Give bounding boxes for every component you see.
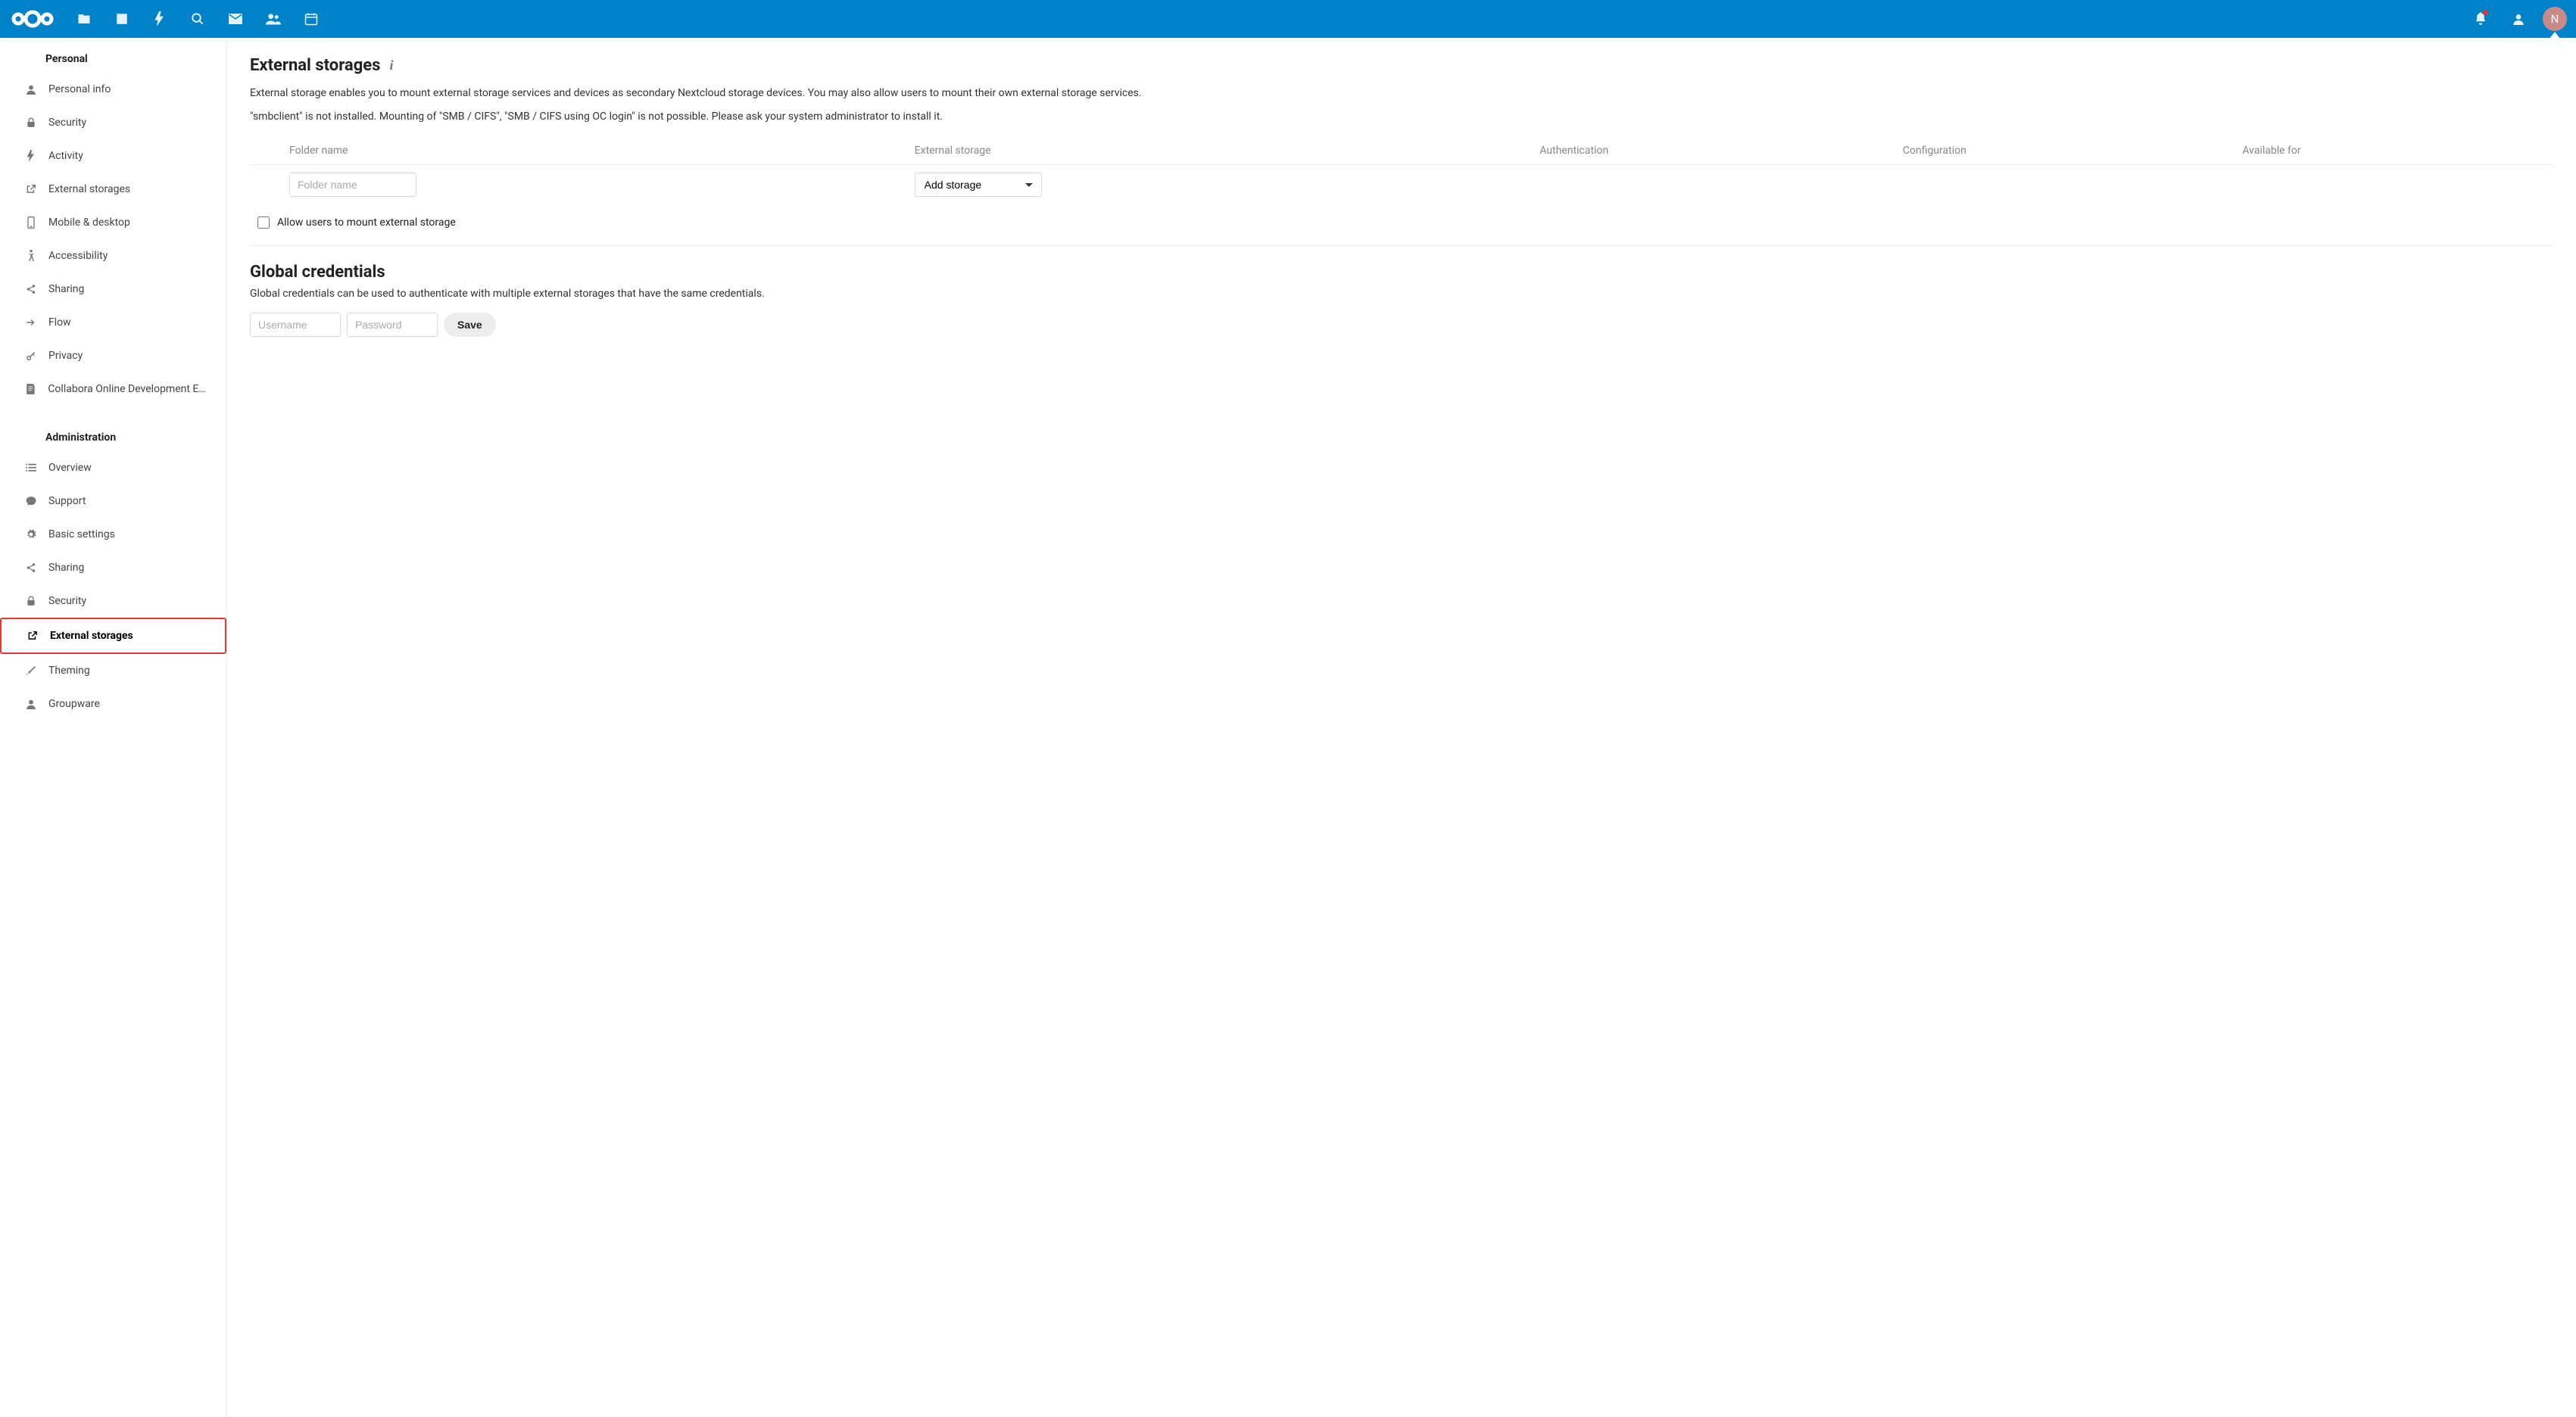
col-auth: Authentication <box>1533 139 1897 165</box>
sidebar-item-mobile-desktop[interactable]: Mobile & desktop <box>0 206 226 239</box>
global-credentials-title: Global credentials <box>250 263 2553 282</box>
sidebar-item-label: Groupware <box>48 698 100 710</box>
col-external: External storage <box>909 139 1534 165</box>
sidebar-item-label: Theming <box>48 665 90 677</box>
sidebar-item-label: Activity <box>48 150 83 162</box>
sidebar-item-sharing[interactable]: Sharing <box>0 272 226 306</box>
sidebar-item-admin-sharing[interactable]: Sharing <box>0 551 226 584</box>
sidebar-item-external-storages[interactable]: External storages <box>0 173 226 206</box>
add-storage-select[interactable]: Add storage <box>915 173 1042 197</box>
sidebar-item-label: Support <box>48 495 86 507</box>
sidebar-item-label: External storages <box>48 183 130 195</box>
global-username-input[interactable] <box>250 313 341 337</box>
sidebar-item-label: Personal info <box>48 83 111 95</box>
col-folder: Folder name <box>283 139 909 165</box>
allow-users-label[interactable]: Allow users to mount external storage <box>277 216 456 229</box>
storage-table: Folder name External storage Authenticat… <box>250 139 2553 204</box>
list-icon <box>24 463 38 472</box>
lock-icon <box>24 596 38 606</box>
sidebar-item-label: Basic settings <box>48 528 115 540</box>
avatar-initial: N <box>2551 12 2559 26</box>
folder-name-input[interactable] <box>289 173 416 197</box>
info-icon[interactable]: i <box>389 58 393 73</box>
user-icon <box>24 84 38 95</box>
key-icon <box>24 350 38 361</box>
sidebar-item-label: Accessibility <box>48 250 108 262</box>
flow-icon <box>24 318 38 327</box>
page-description: External storage enables you to mount ex… <box>250 86 2553 101</box>
warning-text: "smbclient" is not installed. Mounting o… <box>250 109 2553 125</box>
brush-icon <box>24 665 38 676</box>
allow-users-checkbox[interactable] <box>257 216 270 229</box>
sidebar-item-privacy[interactable]: Privacy <box>0 339 226 372</box>
document-icon <box>24 384 37 394</box>
share-icon <box>24 284 38 294</box>
save-button[interactable]: Save <box>444 313 496 337</box>
sidebar-item-collabora[interactable]: Collabora Online Development Edit… <box>0 372 226 406</box>
highlight-box: External storages <box>0 618 226 654</box>
sidebar-item-basic-settings[interactable]: Basic settings <box>0 518 226 551</box>
contacts-menu-icon[interactable] <box>2502 2 2535 36</box>
calendar-app-icon[interactable] <box>292 0 330 38</box>
sidebar-item-label: Security <box>48 595 86 607</box>
sidebar-item-security[interactable]: Security <box>0 106 226 139</box>
comment-icon <box>24 496 38 506</box>
user-icon <box>24 699 38 709</box>
sidebar-item-overview[interactable]: Overview <box>0 451 226 484</box>
sidebar-item-label: Collabora Online Development Edit… <box>48 383 211 395</box>
sidebar-item-label: Flow <box>48 316 71 329</box>
mail-app-icon[interactable] <box>217 0 254 38</box>
gear-icon <box>24 529 38 540</box>
sidebar-item-admin-security[interactable]: Security <box>0 584 226 618</box>
main-content: External storages i External storage ena… <box>227 38 2576 1417</box>
photos-app-icon[interactable] <box>103 0 141 38</box>
sidebar-item-label: Mobile & desktop <box>48 216 130 229</box>
sidebar-item-label: Sharing <box>48 283 84 295</box>
sidebar-item-label: External storages <box>50 630 133 642</box>
external-icon <box>24 184 38 195</box>
sidebar-item-support[interactable]: Support <box>0 484 226 518</box>
sidebar-item-label: Overview <box>48 462 92 474</box>
avatar[interactable]: N <box>2543 7 2567 31</box>
share-icon <box>24 562 38 573</box>
external-icon <box>26 631 39 641</box>
settings-sidebar: Personal Personal info Security Activity… <box>0 38 227 1417</box>
sidebar-item-label: Sharing <box>48 562 84 574</box>
app-header: N <box>0 0 2576 38</box>
contacts-app-icon[interactable] <box>254 0 292 38</box>
notification-dot <box>2483 10 2488 15</box>
sidebar-item-flow[interactable]: Flow <box>0 306 226 339</box>
sidebar-item-personal-info[interactable]: Personal info <box>0 73 226 106</box>
nextcloud-logo[interactable] <box>9 6 56 32</box>
notifications-icon[interactable] <box>2464 2 2497 36</box>
sidebar-item-theming[interactable]: Theming <box>0 654 226 687</box>
files-app-icon[interactable] <box>65 0 103 38</box>
phone-icon <box>24 216 38 229</box>
page-title: External storages <box>250 56 380 75</box>
sidebar-item-activity[interactable]: Activity <box>0 139 226 173</box>
col-config: Configuration <box>1897 139 2237 165</box>
sidebar-item-label: Security <box>48 117 86 129</box>
sidebar-item-accessibility[interactable]: Accessibility <box>0 239 226 272</box>
global-credentials-desc: Global credentials can be used to authen… <box>250 286 2553 302</box>
personal-section-title: Personal <box>0 45 226 73</box>
lightning-icon <box>24 150 38 162</box>
lock-icon <box>24 117 38 128</box>
sidebar-item-groupware[interactable]: Groupware <box>0 687 226 721</box>
sidebar-item-label: Privacy <box>48 350 83 362</box>
search-app-icon[interactable] <box>179 0 217 38</box>
activity-app-icon[interactable] <box>141 0 179 38</box>
accessibility-icon <box>24 250 38 262</box>
admin-section-title: Administration <box>0 424 226 451</box>
sidebar-item-admin-external-storages[interactable]: External storages <box>2 619 225 652</box>
col-available: Available for <box>2236 139 2553 165</box>
global-password-input[interactable] <box>347 313 438 337</box>
